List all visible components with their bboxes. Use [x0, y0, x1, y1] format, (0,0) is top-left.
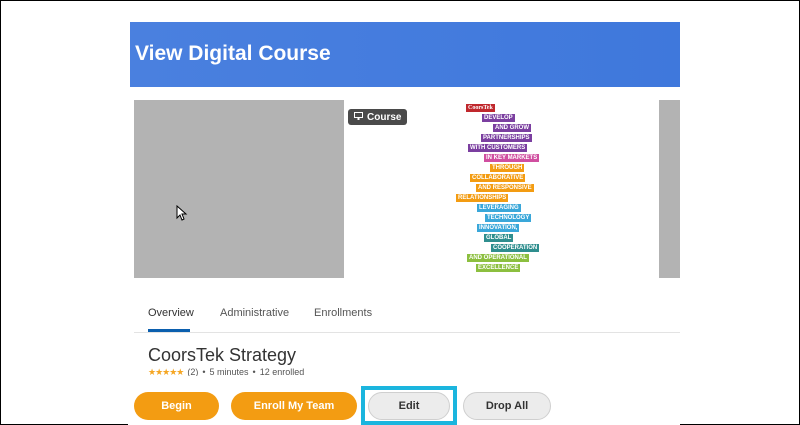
course-badge-label: Course	[367, 111, 402, 123]
poster-logo: CoorsTek	[466, 104, 495, 112]
poster-line: COLLABORATIVE	[470, 174, 526, 182]
poster-line: PARTNERSHIPS	[481, 134, 532, 142]
poster-line: GLOBAL	[484, 234, 514, 242]
poster-line: AND GROW	[493, 124, 531, 132]
poster-line: LEVERAGING	[477, 204, 521, 212]
tab-enrollments[interactable]: Enrollments	[314, 307, 372, 319]
drop-all-button[interactable]: Drop All	[463, 392, 551, 420]
poster-line: RELATIONSHIPS	[456, 194, 509, 202]
poster-line: AND RESPONSIVE	[476, 184, 534, 192]
edit-button-highlight	[361, 386, 457, 425]
rating-stars-icon: ★★★★★	[148, 367, 184, 376]
hero-image-right	[659, 100, 680, 278]
course-meta: ★★★★★ (2) • 5 minutes • 12 enrolled	[148, 367, 304, 376]
meta-separator: •	[202, 367, 206, 376]
poster-line: TECHNOLOGY	[485, 214, 532, 222]
course-duration: 5 minutes	[209, 367, 249, 376]
course-title: CoorsTek Strategy	[148, 345, 297, 365]
poster-line: IN KEY MARKETS	[484, 154, 540, 162]
tab-administrative[interactable]: Administrative	[220, 307, 289, 319]
mouse-pointer-icon	[176, 205, 188, 221]
poster-line: AND OPERATIONAL	[467, 254, 529, 262]
page-header: View Digital Course	[130, 22, 680, 87]
poster-line: THROUGH	[490, 164, 525, 172]
rating-count: (2)	[187, 367, 199, 376]
course-icon	[354, 111, 363, 123]
poster-line: WITH CUSTOMERS	[468, 144, 528, 152]
poster-line: COOPERATION	[491, 244, 540, 252]
hero-image-left	[134, 100, 344, 278]
enrolled-count: 12 enrolled	[259, 367, 305, 376]
active-tab-indicator	[148, 329, 190, 332]
enroll-my-team-button[interactable]: Enroll My Team	[231, 392, 357, 420]
course-type-badge: Course	[348, 109, 408, 125]
course-tabs: Overview Administrative Enrollments	[134, 300, 680, 333]
page-title: View Digital Course	[135, 42, 331, 65]
begin-button[interactable]: Begin	[134, 392, 219, 420]
meta-separator: •	[252, 367, 256, 376]
poster-line: DEVELOP	[482, 114, 515, 122]
poster-line: EXCELLENCE	[476, 264, 521, 272]
tab-overview[interactable]: Overview	[148, 307, 194, 319]
poster-line: INNOVATION,	[477, 224, 520, 232]
